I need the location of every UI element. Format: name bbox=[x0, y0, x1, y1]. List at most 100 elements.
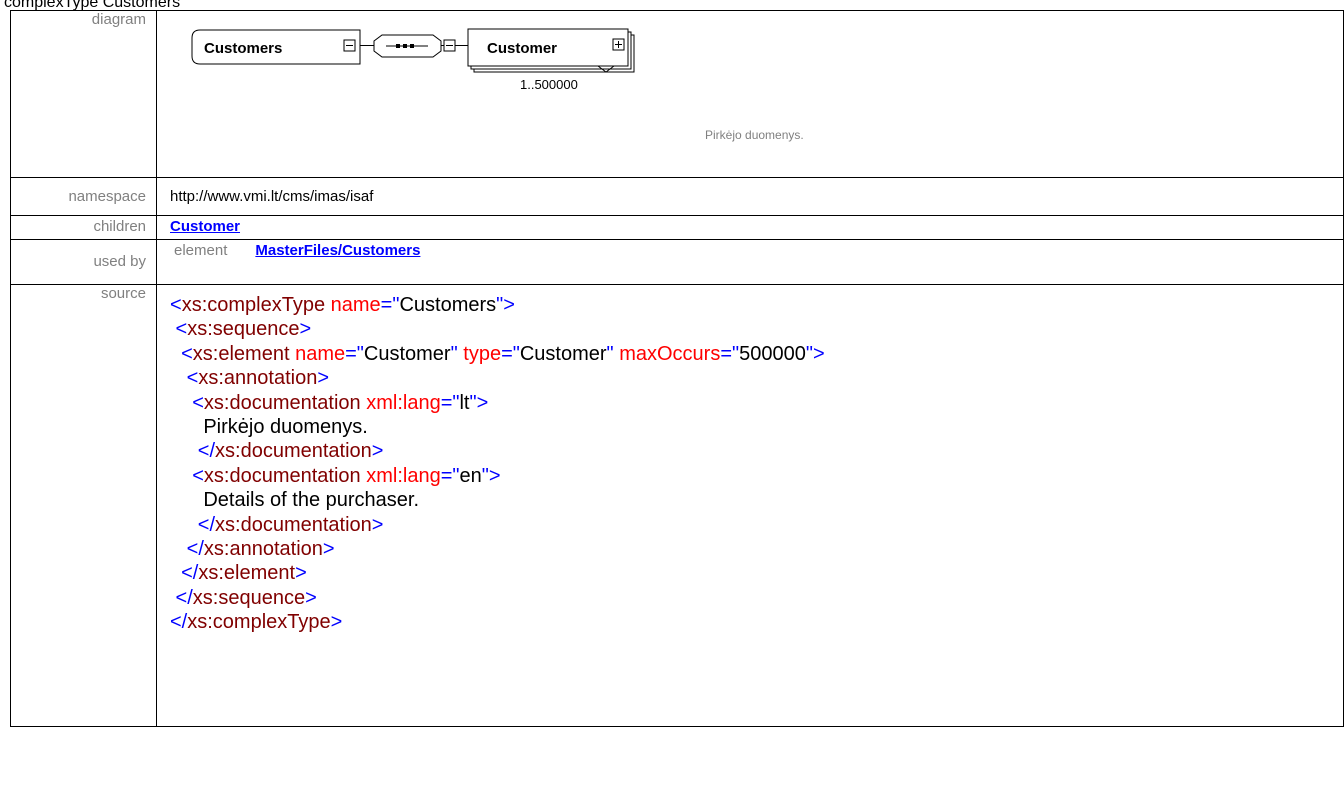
source-token: =" bbox=[440, 391, 460, 414]
source-token: < bbox=[170, 294, 182, 316]
source-token: > bbox=[330, 611, 343, 634]
source-line: </xs:annotation> bbox=[170, 537, 1343, 561]
customer-element-label: Customer bbox=[487, 40, 557, 57]
source-token: </ bbox=[170, 562, 199, 585]
source-line: <xs:documentation xml:lang="lt"> bbox=[170, 391, 1343, 415]
source-token: xs:sequence bbox=[192, 586, 306, 609]
source-token: </ bbox=[170, 538, 204, 561]
source-token: Customers bbox=[399, 294, 497, 316]
source-token: > bbox=[322, 538, 335, 561]
source-token: xs:complexType bbox=[181, 294, 326, 316]
namespace-value: http://www.vmi.lt/cms/imas/isaf bbox=[156, 177, 1344, 216]
source-token: "> bbox=[496, 294, 515, 316]
source-token: < bbox=[170, 367, 199, 390]
source-line: </xs:documentation> bbox=[170, 513, 1343, 537]
diagram-cell: Customers Customer 1..500000 Pirkėjo duo… bbox=[156, 10, 1344, 178]
source-line: <xs:complexType name="Customers"> bbox=[170, 293, 1343, 317]
source-token: < bbox=[170, 391, 204, 414]
label-source: source bbox=[10, 284, 157, 727]
source-token: > bbox=[317, 367, 330, 390]
source-token: </ bbox=[170, 586, 193, 609]
used-by-kind: element bbox=[174, 242, 228, 259]
source-token: > bbox=[295, 562, 307, 585]
source-token: =" bbox=[345, 342, 364, 365]
source-line: <xs:documentation xml:lang="en"> bbox=[170, 464, 1343, 488]
source-token: > bbox=[371, 440, 384, 463]
source-token: > bbox=[299, 318, 312, 341]
diagram-documentation: Pirkėjo duomenys. bbox=[705, 128, 804, 142]
row-children: children Customer bbox=[10, 215, 1344, 240]
source-token: xs:sequence bbox=[187, 318, 300, 341]
source-token: xs:annotation bbox=[198, 367, 318, 390]
source-token: en bbox=[459, 464, 482, 487]
source-token: xs:annotation bbox=[203, 538, 323, 561]
source-token: xs:documentation bbox=[215, 513, 372, 536]
customer-element-box[interactable]: Customer bbox=[467, 28, 635, 73]
source-line: <xs:element name="Customer" type="Custom… bbox=[170, 342, 1343, 366]
source-token: =" bbox=[720, 342, 740, 365]
label-namespace: namespace bbox=[10, 177, 157, 216]
source-token: xml:lang bbox=[360, 391, 441, 414]
source-token: 500000 bbox=[739, 342, 806, 365]
source-token: " bbox=[606, 342, 614, 365]
source-token: < bbox=[170, 464, 204, 487]
source-line: Details of the purchaser. bbox=[170, 488, 1343, 512]
source-token: xs:documentation bbox=[203, 464, 361, 487]
source-token: Details of the purchaser. bbox=[170, 489, 420, 512]
children-cell: Customer bbox=[156, 215, 1344, 240]
source-token: =" bbox=[440, 464, 460, 487]
row-diagram: diagram Customers Customer 1..500000 Pir… bbox=[10, 10, 1344, 178]
source-token: =" bbox=[380, 294, 400, 316]
source-cell: <xs:complexType name="Customers"> <xs:se… bbox=[156, 284, 1344, 727]
source-token: xs:documentation bbox=[203, 391, 361, 414]
source-token: xml:lang bbox=[360, 464, 441, 487]
customers-type-label: Customers bbox=[204, 40, 282, 57]
row-used-by: used by element MasterFiles/Customers bbox=[10, 239, 1344, 285]
source-token: Pirkėjo duomenys. bbox=[170, 416, 368, 439]
source-line: </xs:element> bbox=[170, 561, 1343, 585]
schema-doc-table: diagram Customers Customer 1..500000 Pir… bbox=[10, 10, 1344, 727]
source-token: "> bbox=[469, 391, 489, 414]
used-by-link[interactable]: MasterFiles/Customers bbox=[255, 242, 420, 259]
source-line: </xs:documentation> bbox=[170, 439, 1343, 463]
source-token: name bbox=[325, 294, 381, 316]
row-namespace: namespace http://www.vmi.lt/cms/imas/isa… bbox=[10, 177, 1344, 216]
source-token: " bbox=[450, 342, 458, 365]
source-token: maxOccurs bbox=[613, 342, 721, 365]
source-token: xs:documentation bbox=[215, 440, 372, 463]
source-token: "> bbox=[805, 342, 825, 365]
source-token: name bbox=[289, 342, 346, 365]
source-token: </ bbox=[170, 611, 188, 634]
source-line: </xs:sequence> bbox=[170, 586, 1343, 610]
source-token: =" bbox=[501, 342, 520, 365]
source-token: < bbox=[170, 318, 188, 341]
occurrence-label: 1..500000 bbox=[520, 77, 578, 92]
label-diagram: diagram bbox=[10, 10, 157, 178]
customers-type-box[interactable]: Customers bbox=[191, 29, 361, 65]
label-children: children bbox=[10, 215, 157, 240]
source-line: <xs:annotation> bbox=[170, 366, 1343, 390]
source-token: > bbox=[305, 586, 317, 609]
source-token: < bbox=[170, 342, 193, 365]
source-token: xs:element bbox=[198, 562, 296, 585]
source-token: </ bbox=[170, 440, 216, 463]
source-token: Customer bbox=[519, 342, 607, 365]
source-token: "> bbox=[481, 464, 501, 487]
schema-diagram: Customers Customer 1..500000 bbox=[191, 28, 635, 92]
source-token: xs:complexType bbox=[187, 611, 331, 634]
source-line: </xs:complexType> bbox=[170, 610, 1343, 634]
source-token: type bbox=[457, 342, 502, 365]
source-token: lt bbox=[459, 391, 470, 414]
used-by-cell: element MasterFiles/Customers bbox=[156, 239, 1344, 285]
source-token: Customer bbox=[363, 342, 451, 365]
row-source: source <xs:complexType name="Customers">… bbox=[10, 284, 1344, 727]
diagram: Customers Customer 1..500000 Pirkėjo duo… bbox=[170, 11, 1343, 177]
label-used-by: used by bbox=[10, 239, 157, 285]
source-line: <xs:sequence> bbox=[170, 317, 1343, 341]
source-token: > bbox=[371, 513, 384, 536]
source-line: Pirkėjo duomenys. bbox=[170, 415, 1343, 439]
source-code: <xs:complexType name="Customers"> <xs:se… bbox=[170, 285, 1343, 635]
child-link-customer[interactable]: Customer bbox=[170, 218, 240, 235]
source-token: </ bbox=[170, 513, 216, 536]
source-token: xs:element bbox=[192, 342, 290, 365]
